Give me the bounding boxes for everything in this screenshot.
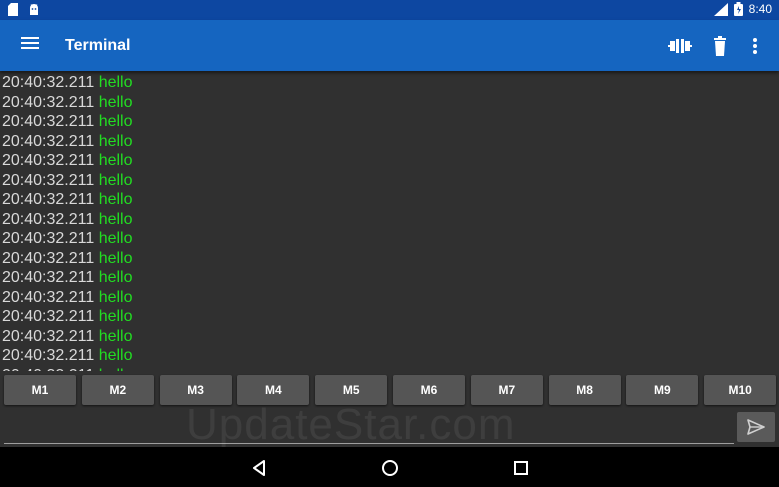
macro-buttons: M1 M2 M3 M4 M5 M6 M7 M8 M9 M10 [0,373,779,407]
line-timestamp: 20:40:32.211 [2,171,95,189]
line-message: hello [98,308,133,325]
home-icon[interactable] [379,457,401,479]
macro-button-4[interactable]: M4 [237,375,310,405]
line-timestamp: 20:40:32.211 [2,132,95,150]
line-message: hello [98,74,133,91]
terminal-line: 20:40:32.211 hello [0,346,779,366]
terminal-line: 20:40:32.211 hello [0,151,779,171]
send-button[interactable] [737,412,775,442]
terminal-line: 20:40:32.211 hello [0,229,779,249]
line-timestamp: 20:40:32.211 [2,93,95,111]
line-timestamp: 20:40:32.211 [2,367,94,372]
line-timestamp: 20:40:32.211 [2,113,95,130]
status-time: 8:40 [748,2,772,16]
terminal-line: 20:40:32.211 hello [0,190,779,210]
terminal-line: 20:40:32.211 hello [0,171,779,191]
line-message: hello [98,347,133,364]
recents-icon[interactable] [510,457,532,479]
line-timestamp: 20:40:32.211 [2,74,95,91]
sd-card-icon [8,3,18,16]
navigation-bar [0,447,779,487]
terminal-line: 20:40:32.211 hello [0,288,779,308]
line-message: hello [98,113,133,130]
android-icon [30,4,38,15]
macro-button-2[interactable]: M2 [81,375,154,405]
macro-button-5[interactable]: M5 [315,375,388,405]
line-message: hello [98,327,133,345]
send-icon [747,419,765,435]
more-vert-icon[interactable] [743,35,767,57]
terminal-line: 20:40:32.211 hello [0,366,779,372]
line-timestamp: 20:40:32.211 [2,347,95,364]
app-bar: Terminal [0,20,779,71]
line-message: hello [98,249,133,267]
line-timestamp: 20:40:32.211 [2,327,95,345]
terminal-line: 20:40:32.211 hello [0,268,779,288]
status-bar: 8:40 [0,0,779,20]
delete-icon[interactable] [708,35,732,57]
terminal-line: 20:40:32.211 hello [0,112,779,132]
terminal-line: 20:40:32.211 hello [0,249,779,269]
macro-button-10[interactable]: M10 [704,375,777,405]
line-message: hello [98,269,133,286]
send-row [0,409,779,447]
line-message: hello [99,367,133,372]
connect-icon[interactable] [668,35,692,57]
line-message: hello [98,191,133,208]
macro-button-8[interactable]: M8 [548,375,621,405]
macro-button-3[interactable]: M3 [159,375,232,405]
terminal-line: 20:40:32.211 hello [0,327,779,347]
terminal-line: 20:40:32.211 hello [0,73,779,93]
line-timestamp: 20:40:32.211 [2,210,95,228]
line-timestamp: 20:40:32.211 [2,269,95,286]
line-timestamp: 20:40:32.211 [2,308,95,325]
macro-button-9[interactable]: M9 [626,375,699,405]
terminal-line: 20:40:32.211 hello [0,93,779,113]
line-message: hello [98,152,133,169]
macro-button-6[interactable]: M6 [393,375,465,405]
line-message: hello [98,230,133,247]
menu-icon[interactable] [21,37,39,53]
line-timestamp: 20:40:32.211 [2,152,95,169]
line-message: hello [98,93,133,111]
macro-button-7[interactable]: M7 [470,375,543,405]
terminal-line: 20:40:32.211 hello [0,307,779,327]
terminal-output[interactable]: 20:40:32.211 hello 20:40:32.211 hello 20:4… [0,73,779,371]
send-input[interactable] [4,415,734,444]
battery-icon [733,2,743,16]
line-message: hello [98,210,133,228]
line-timestamp: 20:40:32.211 [2,230,95,247]
terminal-line: 20:40:32.211 hello [0,210,779,230]
line-message: hello [98,132,133,150]
line-timestamp: 20:40:32.211 [2,288,95,306]
line-timestamp: 20:40:32.211 [2,191,95,208]
signal-icon [713,2,728,16]
terminal-line: 20:40:32.211 hello [0,132,779,152]
macro-button-1[interactable]: M1 [4,375,76,405]
page-title: Terminal [65,37,131,54]
line-timestamp: 20:40:32.211 [2,249,95,267]
line-message: hello [98,288,133,306]
back-icon[interactable] [248,457,270,479]
notification-icons [8,3,40,16]
system-icons: 8:40 [713,2,772,16]
line-message: hello [98,171,133,189]
